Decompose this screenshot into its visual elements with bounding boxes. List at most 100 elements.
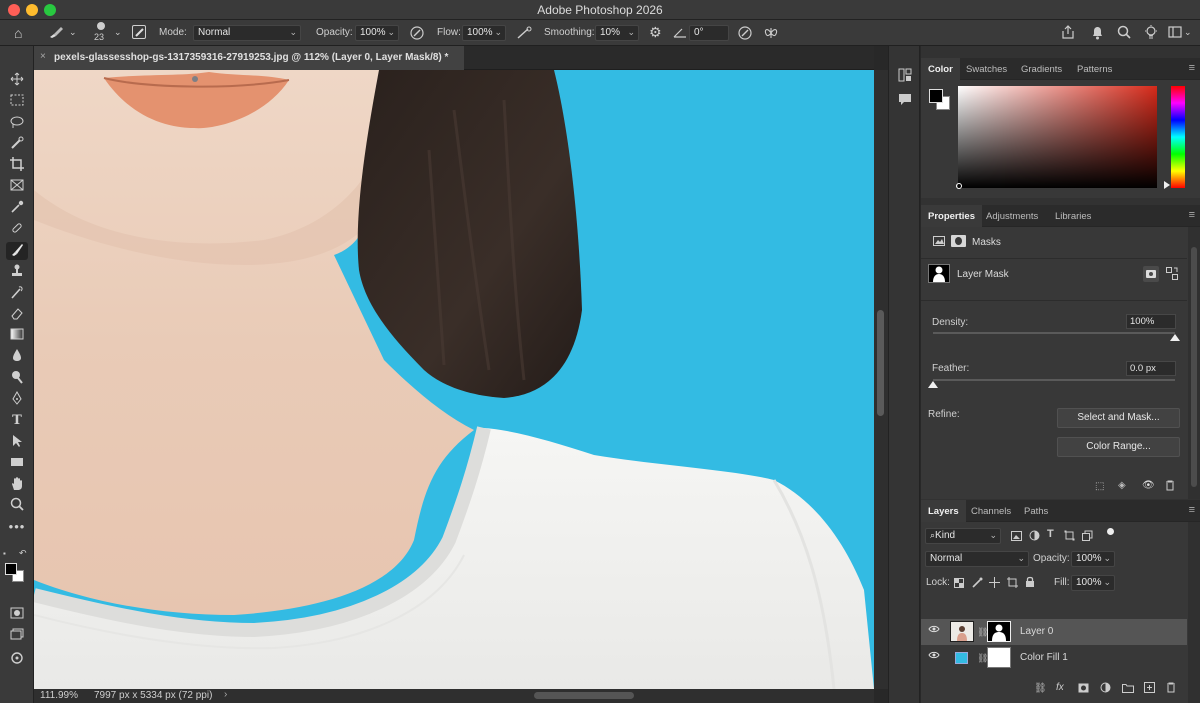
search-icon[interactable] bbox=[1117, 25, 1131, 42]
foreground-color-chip[interactable] bbox=[929, 89, 943, 103]
layers-scrollbar[interactable] bbox=[1188, 522, 1200, 703]
tab-color[interactable]: Color bbox=[921, 58, 960, 80]
rectangle-icon[interactable] bbox=[6, 455, 28, 473]
airbrush-icon[interactable] bbox=[516, 26, 532, 43]
edit-toolbar-icon[interactable] bbox=[6, 651, 28, 669]
trash-icon[interactable] bbox=[1166, 682, 1176, 696]
density-input[interactable]: 100% bbox=[1126, 314, 1176, 329]
bell-icon[interactable] bbox=[1091, 25, 1104, 43]
mask-visibility-button[interactable] bbox=[1143, 266, 1159, 282]
opacity-input[interactable]: 100% ⌄ bbox=[355, 25, 399, 41]
tab-properties[interactable]: Properties bbox=[921, 205, 982, 227]
filter-toggle-icon[interactable] bbox=[1107, 528, 1114, 535]
color-picker-marker[interactable] bbox=[956, 183, 962, 189]
chevron-right-icon[interactable]: › bbox=[224, 689, 227, 700]
load-selection-icon[interactable]: ⬚ bbox=[1095, 481, 1104, 492]
canvas-area[interactable] bbox=[34, 70, 874, 689]
filter-smart-object-icon[interactable] bbox=[1082, 530, 1093, 544]
zoom-icon[interactable] bbox=[6, 497, 28, 515]
tab-layers[interactable]: Layers bbox=[921, 500, 966, 522]
horizontal-scrollbar-thumb[interactable] bbox=[534, 692, 634, 699]
workspace-icon[interactable] bbox=[1168, 25, 1182, 42]
stamp-icon[interactable] bbox=[6, 263, 28, 281]
home-icon[interactable]: ⌂ bbox=[14, 26, 22, 40]
layer-filter-dropdown[interactable]: ⌕Kind ⌄ bbox=[925, 528, 1001, 544]
feather-input[interactable]: 0.0 px bbox=[1126, 361, 1176, 376]
eye-icon[interactable]: 👁 bbox=[1142, 480, 1155, 491]
lock-position-icon[interactable] bbox=[989, 577, 1000, 591]
chevron-down-icon[interactable]: ⌄ bbox=[69, 25, 77, 39]
move-icon[interactable] bbox=[6, 72, 28, 90]
filter-shape-icon[interactable] bbox=[1064, 530, 1075, 544]
tab-adjustments[interactable]: Adjustments bbox=[979, 205, 1045, 227]
quick-select-icon[interactable] bbox=[6, 136, 28, 154]
pixel-mask-icon[interactable] bbox=[933, 236, 945, 249]
gradient-icon[interactable] bbox=[6, 327, 28, 345]
type-icon[interactable]: T bbox=[6, 412, 28, 430]
fill-input[interactable]: 100% ⌄ bbox=[1071, 575, 1115, 591]
chevron-down-icon[interactable]: ⌄ bbox=[114, 25, 122, 39]
lock-transparency-icon[interactable] bbox=[954, 578, 964, 591]
smoothing-input[interactable]: 10% ⌄ bbox=[595, 25, 639, 41]
apply-mask-icon[interactable]: ◈ bbox=[1118, 480, 1126, 491]
hue-slider-thumb[interactable] bbox=[1164, 181, 1170, 189]
blur-icon[interactable] bbox=[6, 348, 28, 366]
new-layer-icon[interactable] bbox=[1144, 682, 1155, 696]
mask-options-icon[interactable] bbox=[1166, 267, 1178, 283]
lock-artboard-icon[interactable] bbox=[1007, 577, 1018, 591]
panel-menu-icon[interactable]: ≡ bbox=[1189, 504, 1195, 516]
lock-image-icon[interactable] bbox=[972, 577, 983, 591]
pressure-opacity-icon[interactable] bbox=[410, 26, 424, 43]
frame-icon[interactable] bbox=[6, 178, 28, 196]
eye-icon[interactable] bbox=[928, 651, 940, 663]
default-colors-icon[interactable]: ▪ bbox=[3, 549, 6, 558]
close-icon[interactable]: × bbox=[40, 51, 46, 62]
folder-icon[interactable] bbox=[1122, 683, 1134, 696]
tab-libraries[interactable]: Libraries bbox=[1048, 205, 1098, 227]
eraser-icon[interactable] bbox=[6, 306, 28, 324]
trash-icon[interactable] bbox=[1165, 480, 1175, 494]
hue-slider[interactable] bbox=[1171, 86, 1185, 188]
layer-mask-icon[interactable] bbox=[951, 235, 966, 247]
dodge-icon[interactable] bbox=[6, 370, 28, 388]
vertical-scrollbar[interactable] bbox=[874, 70, 888, 689]
filter-pixel-icon[interactable] bbox=[1011, 531, 1022, 544]
tab-gradients[interactable]: Gradients bbox=[1014, 58, 1069, 80]
color-range-button[interactable]: Color Range... bbox=[1057, 437, 1180, 457]
share-icon[interactable] bbox=[1061, 25, 1075, 43]
add-mask-icon[interactable] bbox=[1078, 683, 1089, 696]
brush-settings-icon[interactable] bbox=[132, 25, 146, 39]
crop-icon[interactable] bbox=[6, 157, 28, 175]
symmetry-icon[interactable] bbox=[763, 26, 779, 43]
feather-slider-thumb[interactable] bbox=[928, 381, 938, 388]
scrollbar-thumb[interactable] bbox=[877, 310, 884, 416]
angle-input[interactable]: 0° bbox=[689, 25, 729, 41]
fx-icon[interactable]: fx bbox=[1056, 682, 1064, 693]
chevron-down-icon[interactable]: ⌄ bbox=[1184, 25, 1192, 39]
history-panel-icon[interactable] bbox=[898, 68, 912, 85]
layer-mask-thumbnail[interactable] bbox=[987, 647, 1011, 668]
document-canvas[interactable] bbox=[34, 70, 874, 689]
tab-channels[interactable]: Channels bbox=[964, 500, 1018, 522]
lasso-icon[interactable] bbox=[6, 115, 28, 133]
tab-paths[interactable]: Paths bbox=[1017, 500, 1055, 522]
screen-mode-icon[interactable] bbox=[6, 627, 28, 645]
mode-dropdown[interactable]: Normal ⌄ bbox=[193, 25, 301, 41]
eye-icon[interactable] bbox=[928, 625, 940, 637]
brush-preset-icon[interactable] bbox=[48, 25, 64, 42]
layer-opacity-input[interactable]: 100% ⌄ bbox=[1071, 551, 1115, 567]
more-icon[interactable]: ••• bbox=[6, 518, 28, 536]
lock-all-icon[interactable] bbox=[1025, 576, 1035, 591]
panel-menu-icon[interactable]: ≡ bbox=[1189, 209, 1195, 221]
lightbulb-icon[interactable] bbox=[1143, 24, 1159, 43]
path-select-icon[interactable] bbox=[6, 434, 28, 452]
zoom-level[interactable]: 111.99% bbox=[40, 690, 78, 701]
link-layers-icon[interactable]: ⛓ bbox=[1034, 683, 1047, 694]
properties-scrollbar[interactable] bbox=[1188, 227, 1200, 499]
hand-icon[interactable] bbox=[6, 476, 28, 494]
document-tab[interactable]: × pexels-glassesshop-gs-1317359316-27919… bbox=[34, 46, 464, 70]
filter-type-icon[interactable]: T bbox=[1047, 528, 1054, 540]
blend-mode-dropdown[interactable]: Normal ⌄ bbox=[925, 551, 1029, 567]
quick-mask-icon[interactable] bbox=[6, 606, 28, 624]
gear-icon[interactable]: ⚙ bbox=[649, 25, 662, 39]
